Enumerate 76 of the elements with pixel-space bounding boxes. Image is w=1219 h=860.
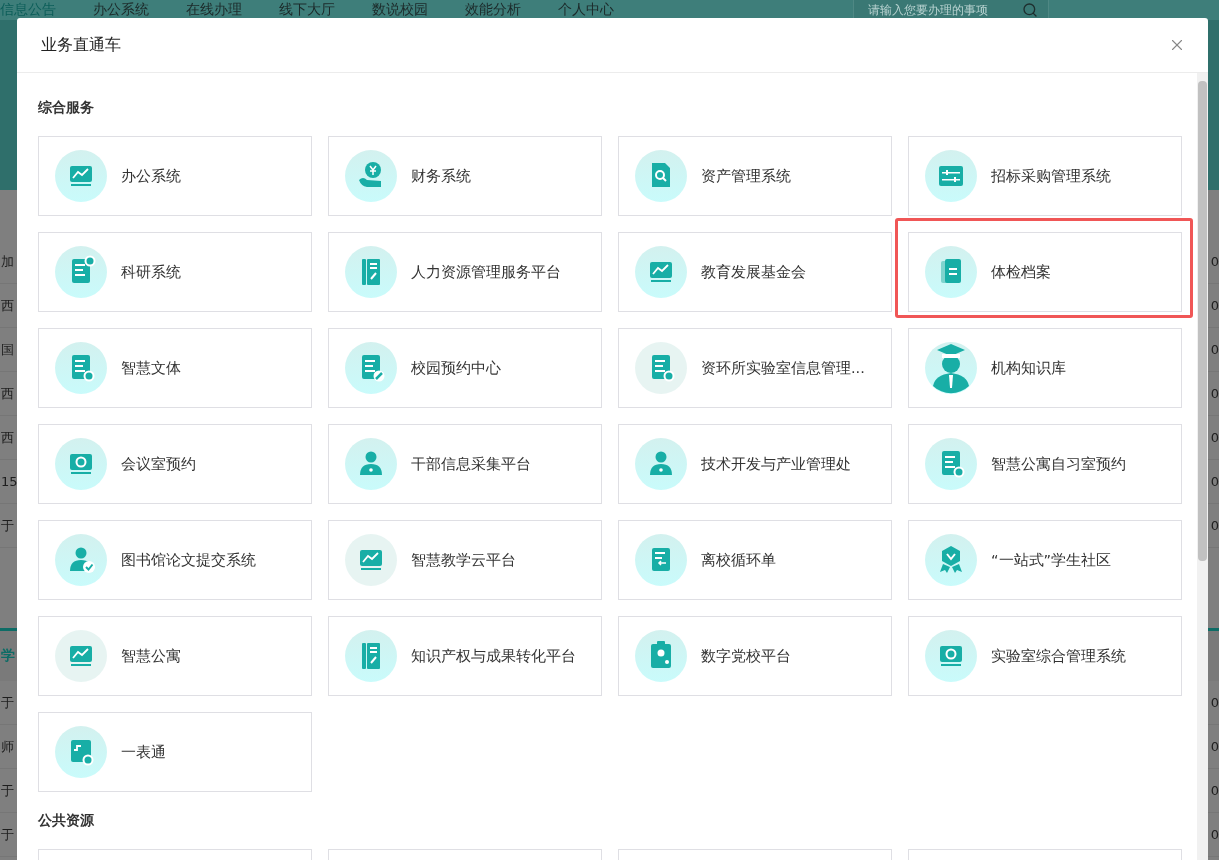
list-text: 于 bbox=[1, 825, 14, 844]
app-card[interactable]: 数字党校平台 bbox=[618, 616, 892, 696]
list-count: 0 bbox=[1210, 474, 1219, 489]
app-label: 资产管理系统 bbox=[701, 166, 791, 186]
app-label: 知识产权与成果转化平台 bbox=[411, 646, 576, 666]
app-card[interactable]: 图书馆论文提交系统 bbox=[38, 520, 312, 600]
app-card[interactable]: 人力资源管理服务平台 bbox=[328, 232, 602, 312]
section-heading: 学 bbox=[1, 647, 15, 665]
list-count: 0 bbox=[1210, 827, 1219, 842]
app-label: 干部信息采集平台 bbox=[411, 454, 531, 474]
app-card[interactable]: 离校循环单 bbox=[618, 520, 892, 600]
list-count: 0 bbox=[1210, 298, 1219, 313]
app-label: 办公系统 bbox=[121, 166, 181, 186]
list-text: 师 bbox=[1, 737, 14, 756]
app-card[interactable]: 办公系统 bbox=[38, 136, 312, 216]
app-label: 招标采购管理系统 bbox=[991, 166, 1111, 186]
app-card[interactable]: 财务系统 bbox=[328, 136, 602, 216]
app-label: 离校循环单 bbox=[701, 550, 776, 570]
app-card[interactable]: 会议室预约 bbox=[38, 424, 312, 504]
app-card[interactable]: 智慧公寓自习室预约 bbox=[908, 424, 1182, 504]
list-count: 0 bbox=[1210, 254, 1219, 269]
list-text: 加 bbox=[1, 252, 14, 271]
list-text: 国 bbox=[1, 340, 14, 359]
app-label: 技术开发与产业管理处 bbox=[701, 454, 851, 474]
list-count: 0 bbox=[1210, 518, 1219, 533]
app-label: 体检档案 bbox=[991, 262, 1051, 282]
app-label: 智慧文体 bbox=[121, 358, 181, 378]
app-label: “一站式”学生社区 bbox=[991, 550, 1112, 570]
dialog-title: 业务直通车 bbox=[41, 34, 121, 56]
list-text: 西 bbox=[1, 296, 14, 315]
app-label: 教育发展基金会 bbox=[701, 262, 806, 282]
app-card[interactable]: 教育发展基金会 bbox=[618, 232, 892, 312]
app-label: 会议室预约 bbox=[121, 454, 196, 474]
app-card[interactable]: 技术开发与产业管理处 bbox=[618, 424, 892, 504]
list-count: 0 bbox=[1210, 739, 1219, 754]
app-card[interactable]: 体检档案 bbox=[908, 232, 1182, 312]
list-count: 0 bbox=[1210, 430, 1219, 445]
app-label: 智慧公寓自习室预约 bbox=[991, 454, 1126, 474]
app-card[interactable]: 知识产权与成果转化平台 bbox=[328, 616, 602, 696]
app-card[interactable]: “一站式”学生社区 bbox=[908, 520, 1182, 600]
app-card[interactable]: 招标采购管理系统 bbox=[908, 136, 1182, 216]
section-title: 综合服务 bbox=[38, 99, 95, 117]
app-card[interactable]: 资产管理系统 bbox=[618, 136, 892, 216]
app-label: 校园预约中心 bbox=[411, 358, 501, 378]
app-label: 人力资源管理服务平台 bbox=[411, 262, 561, 282]
app-card[interactable]: 资环所实验室信息管理... bbox=[618, 328, 892, 408]
app-label: 图书馆论文提交系统 bbox=[121, 550, 256, 570]
app-card[interactable]: 一表通 bbox=[38, 712, 312, 792]
app-label: 实验室综合管理系统 bbox=[991, 646, 1126, 666]
list-text: 于 bbox=[1, 516, 14, 535]
list-text: 西 bbox=[1, 384, 14, 403]
list-text: 15 bbox=[1, 474, 18, 489]
app-card[interactable]: 机构知识库 bbox=[908, 328, 1182, 408]
app-label: 资环所实验室信息管理... bbox=[701, 358, 865, 378]
app-card[interactable]: 科研系统 bbox=[38, 232, 312, 312]
app-label: 数字党校平台 bbox=[701, 646, 791, 666]
app-label: 智慧教学云平台 bbox=[411, 550, 516, 570]
app-label: 智慧公寓 bbox=[121, 646, 181, 666]
app-card[interactable]: 智慧公寓 bbox=[38, 616, 312, 696]
section-title: 公共资源 bbox=[38, 812, 95, 830]
app-label: 一表通 bbox=[121, 742, 166, 762]
app-card[interactable]: 校园预约中心 bbox=[328, 328, 602, 408]
app-card[interactable]: 智慧教学云平台 bbox=[328, 520, 602, 600]
app-card[interactable]: 实验室综合管理系统 bbox=[908, 616, 1182, 696]
app-card[interactable]: 智慧文体 bbox=[38, 328, 312, 408]
list-count: 0 bbox=[1210, 783, 1219, 798]
app-card[interactable]: 干部信息采集平台 bbox=[328, 424, 602, 504]
list-text: 于 bbox=[1, 693, 14, 712]
list-count: 0 bbox=[1210, 695, 1219, 710]
app-label: 财务系统 bbox=[411, 166, 471, 186]
list-count: 0 bbox=[1210, 386, 1219, 401]
app-label: 机构知识库 bbox=[991, 358, 1066, 378]
list-count: 0 bbox=[1210, 342, 1219, 357]
app-label: 科研系统 bbox=[121, 262, 181, 282]
list-text: 于 bbox=[1, 781, 14, 800]
list-text: 西 bbox=[1, 428, 14, 447]
